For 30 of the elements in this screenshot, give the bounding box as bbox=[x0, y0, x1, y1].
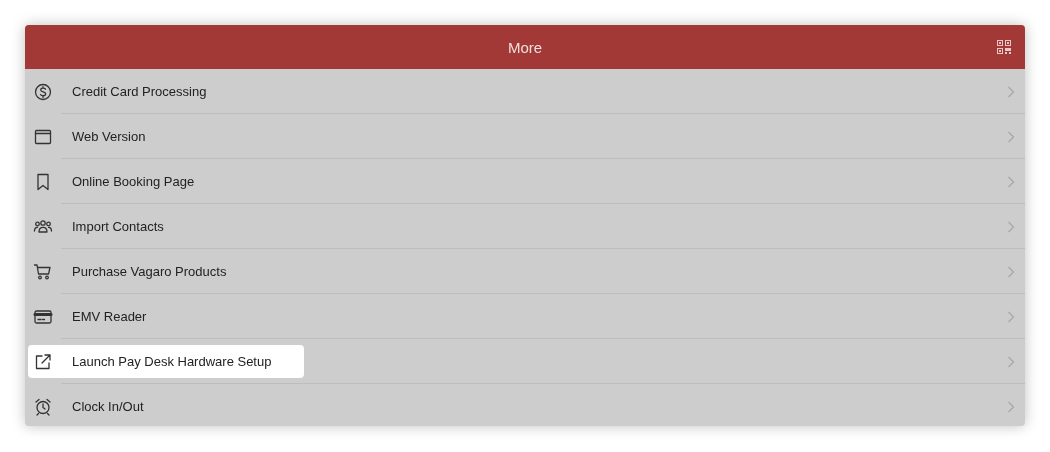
shopping-cart-icon bbox=[33, 261, 53, 282]
menu-item[interactable]: Import Contacts bbox=[25, 204, 1025, 249]
alarm-clock-icon bbox=[33, 396, 53, 417]
chevron-right-icon bbox=[1007, 311, 1015, 323]
chevron-right-icon bbox=[1007, 86, 1015, 98]
menu-item[interactable]: Online Booking Page bbox=[25, 159, 1025, 204]
menu-item[interactable]: Launch Pay Desk Hardware Setup bbox=[25, 339, 1025, 384]
chevron-right-icon bbox=[1007, 176, 1015, 188]
menu-item[interactable]: Web Version bbox=[25, 114, 1025, 159]
menu-item-label: EMV Reader bbox=[72, 309, 147, 324]
external-link-icon bbox=[33, 351, 53, 372]
menu-item-label: Import Contacts bbox=[72, 219, 164, 234]
menu-item-label: Launch Pay Desk Hardware Setup bbox=[72, 354, 272, 369]
dollar-circle-icon bbox=[33, 81, 53, 102]
chevron-right-icon bbox=[1007, 356, 1015, 368]
menu-item-label: Web Version bbox=[72, 129, 146, 144]
chevron-right-icon bbox=[1007, 266, 1015, 278]
header-title: More bbox=[507, 38, 543, 56]
menu-item[interactable]: EMV Reader bbox=[25, 294, 1025, 339]
chevron-right-icon bbox=[1007, 401, 1015, 413]
qr-code-icon[interactable] bbox=[997, 40, 1011, 54]
menu-item[interactable]: Clock In/Out bbox=[25, 384, 1025, 426]
menu-item-label: Purchase Vagaro Products bbox=[72, 264, 227, 279]
menu-item-label: Credit Card Processing bbox=[72, 84, 207, 99]
chevron-right-icon bbox=[1007, 131, 1015, 143]
menu-item[interactable]: Credit Card Processing bbox=[25, 69, 1025, 114]
chevron-right-icon bbox=[1007, 221, 1015, 233]
menu-item-label: Clock In/Out bbox=[72, 399, 144, 414]
menu-item-label: Online Booking Page bbox=[72, 174, 195, 189]
menu-item[interactable]: Purchase Vagaro Products bbox=[25, 249, 1025, 294]
